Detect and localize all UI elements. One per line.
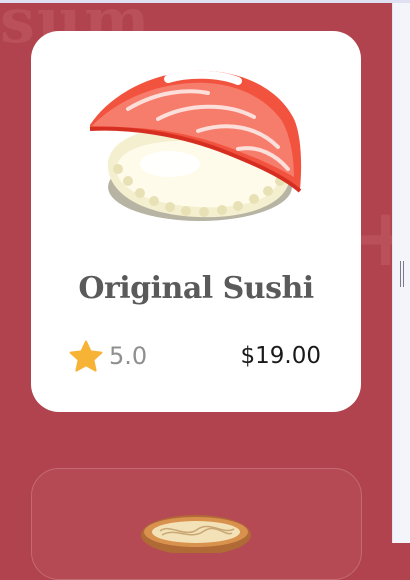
scrollbar-grip-icon[interactable] — [400, 261, 404, 287]
rating-value: 5.0 — [109, 342, 148, 370]
product-rating: 5.0 — [69, 340, 147, 372]
product-title: Original Sushi — [78, 271, 314, 306]
star-icon — [69, 340, 103, 372]
product-card-next[interactable] — [31, 468, 362, 580]
noodle-bowl-icon — [140, 513, 252, 557]
vertical-scrollbar[interactable] — [392, 3, 410, 543]
salmon-nigiri-icon — [88, 69, 308, 238]
product-price: $19.00 — [240, 343, 321, 369]
product-card[interactable]: Original Sushi 5.0 $19.00 — [31, 31, 361, 412]
